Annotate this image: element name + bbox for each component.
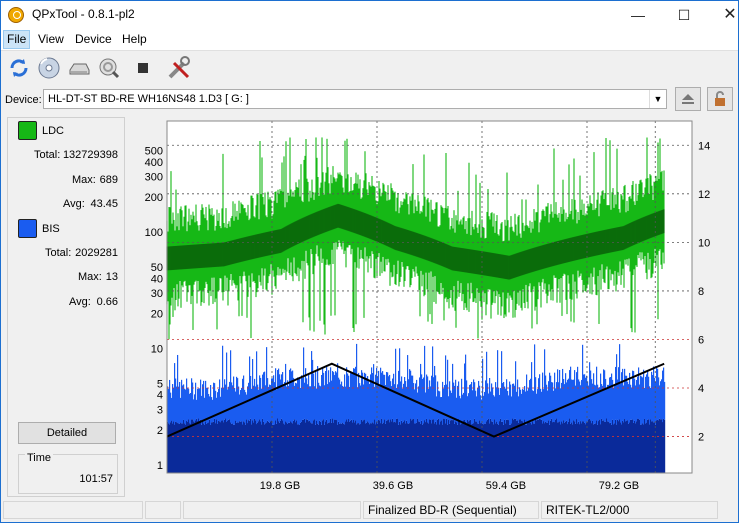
tools-icon[interactable] — [166, 55, 192, 81]
chart-area: 500 400 300 200 100 50 40 30 20 10 5 4 3 2 1 14 12 10 8 6 4 2… — [127, 117, 736, 495]
y-left-tick-label: 30 — [151, 288, 163, 300]
time-box: Time 101:57 — [18, 452, 118, 494]
y-right-tick-label: 6 — [698, 334, 704, 346]
stop-icon[interactable] — [130, 55, 156, 81]
device-select[interactable]: HL-DT-ST BD-RE WH16NS48 1.D3 [ G: ] ▼ — [43, 89, 667, 109]
y-right-tick-label: 4 — [698, 383, 704, 395]
title-bar: QPxTool - 0.8.1-pl2 — ☐ ✕ — [1, 1, 738, 29]
disc-icon[interactable] — [36, 55, 62, 81]
y-left-tick-label: 4 — [157, 390, 163, 402]
menu-view[interactable]: View — [38, 32, 64, 46]
status-cell-3 — [183, 501, 361, 519]
bis-bar — [664, 381, 666, 420]
y-left-tick-label: 3 — [157, 404, 163, 416]
bis-avg-label: Avg: — [69, 296, 91, 308]
y-right-tick-label: 12 — [698, 189, 710, 201]
x-tick-label: 59.4 GB — [486, 480, 526, 492]
toolbar — [1, 51, 738, 85]
time-value: 101:57 — [79, 473, 113, 485]
bis-color-swatch — [18, 219, 37, 238]
y-right-tick-label: 14 — [698, 140, 710, 152]
app-window: QPxTool - 0.8.1-pl2 — ☐ ✕ File View Devi… — [0, 0, 739, 523]
maximize-button[interactable]: ☐ — [661, 1, 707, 29]
drive-icon[interactable] — [66, 55, 92, 81]
status-bar: Finalized BD-R (Sequential) RITEK-TL2/00… — [1, 499, 738, 521]
detailed-button[interactable]: Detailed — [18, 422, 116, 444]
bis-max-value: 13 — [105, 271, 118, 283]
menu-help[interactable]: Help — [122, 32, 147, 46]
y-left-tick-label: 500 — [145, 146, 163, 158]
y-left-tick-label: 400 — [145, 157, 163, 169]
device-value: HL-DT-ST BD-RE WH16NS48 1.D3 [ G: ] — [48, 93, 249, 105]
ldc-avg-label: Avg: — [63, 198, 85, 210]
bis-max-label: Max: — [78, 271, 102, 283]
app-logo-icon — [8, 7, 24, 23]
bis-label: BIS — [42, 223, 60, 235]
device-row: Device: HL-DT-ST BD-RE WH16NS48 1.D3 [ G… — [1, 87, 738, 113]
x-tick-label: 19.8 GB — [260, 480, 300, 492]
bis-base-bar — [664, 419, 666, 473]
status-media-id: RITEK-TL2/000 — [541, 501, 718, 519]
y-left-tick-label: 50 — [151, 262, 163, 274]
y-left-tick-label: 5 — [157, 378, 163, 390]
ldc-color-swatch — [18, 121, 37, 140]
time-label: Time — [25, 452, 54, 464]
y-left-tick-label: 2 — [157, 425, 163, 437]
bis-total-value: 2029281 — [75, 247, 118, 259]
lock-button[interactable] — [707, 87, 733, 111]
status-cell-2 — [145, 501, 181, 519]
y-right-tick-label: 10 — [698, 237, 710, 249]
ldc-avg-value: 43.45 — [90, 198, 118, 210]
y-left-tick-label: 100 — [145, 227, 163, 239]
y-left-tick-label: 40 — [151, 273, 163, 285]
status-cell-1 — [3, 501, 143, 519]
ldc-total-value: 132729398 — [62, 149, 118, 161]
y-left-tick-label: 1 — [157, 460, 163, 472]
bis-avg-value: 0.66 — [96, 296, 118, 308]
eject-icon — [682, 94, 694, 104]
ldc-max-label: Max: — [72, 174, 96, 186]
lock-icon — [715, 91, 725, 106]
window-title: QPxTool - 0.8.1-pl2 — [32, 7, 135, 21]
y-left-tick-label: 20 — [151, 308, 163, 320]
y-left-tick-label: 300 — [145, 172, 163, 184]
close-button[interactable]: ✕ — [707, 1, 739, 29]
minimize-button[interactable]: — — [615, 1, 661, 29]
menu-device[interactable]: Device — [75, 32, 112, 46]
y-right-tick-label: 2 — [698, 432, 704, 444]
menu-file[interactable]: File — [3, 30, 31, 49]
device-label: Device: — [5, 94, 42, 106]
x-tick-label: 39.6 GB — [373, 480, 413, 492]
ldc-total-label: Total: — [34, 149, 61, 161]
y-right-tick-label: 8 — [698, 286, 704, 298]
y-left-tick-label: 200 — [145, 192, 163, 204]
refresh-icon[interactable] — [6, 55, 32, 81]
menu-bar: File View Device Help — [1, 29, 738, 51]
scan-icon[interactable] — [96, 55, 122, 81]
status-disc-type: Finalized BD-R (Sequential) — [363, 501, 539, 519]
x-tick-label: 79.2 GB — [599, 480, 639, 492]
ldc-label: LDC — [42, 125, 65, 137]
ldc-bis-chart: 5004003002001005040302010543211412108642… — [145, 120, 710, 492]
stats-panel: LDC Total: 132729398 Max: 689 Avg: 43.45… — [7, 117, 125, 497]
chevron-down-icon[interactable]: ▼ — [649, 90, 666, 108]
y-left-tick-label: 10 — [151, 343, 163, 355]
ldc-max-value: 689 — [99, 174, 118, 186]
eject-button[interactable] — [675, 87, 701, 111]
bis-total-label: Total: — [45, 247, 72, 259]
